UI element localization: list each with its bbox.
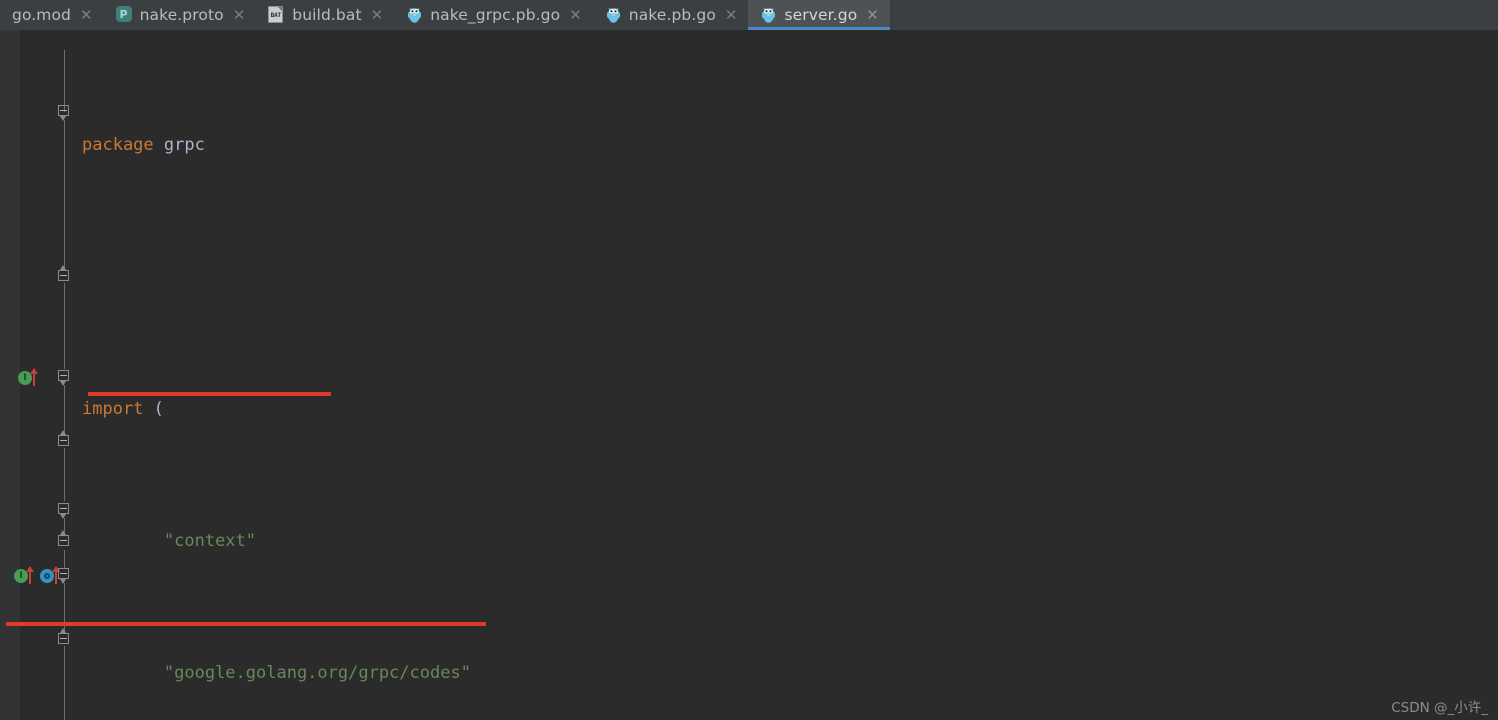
proto-file-icon: P [115,6,133,24]
tab-go-mod[interactable]: go.mod ✕ [0,0,104,30]
close-icon[interactable]: ✕ [80,7,93,23]
fold-toggle-func-end[interactable] [58,628,70,645]
fold-toggle-import-end[interactable] [58,265,70,282]
tab-build-bat[interactable]: BAT build.bat ✕ [256,0,395,30]
up-arrow-icon [26,566,34,584]
editor-tab-bar: go.mod ✕ P nake.proto ✕ BAT build.bat ✕ [0,0,1498,30]
fold-line [64,120,65,268]
fold-line [64,50,65,112]
fold-toggle-func[interactable] [58,568,70,584]
up-arrow-icon [30,368,38,386]
go-gopher-icon [760,6,777,24]
tab-label: server.go [784,6,858,24]
up-arrow-icon [52,566,60,584]
tab-label: go.mod [12,6,71,24]
tab-label: nake.proto [139,6,224,24]
fold-toggle-import[interactable] [58,105,70,121]
watermark: CSDN @_小许_ [1391,700,1488,716]
tab-server-go[interactable]: server.go ✕ [748,0,890,30]
go-gopher-icon [605,6,622,24]
fold-line [64,550,65,568]
close-icon[interactable]: ✕ [569,7,582,23]
tab-nake-pb-go[interactable]: nake.pb.go ✕ [592,0,749,30]
fold-toggle-struct[interactable] [58,370,70,386]
tab-nake-proto[interactable]: P nake.proto ✕ [103,0,257,30]
implementing-method-marker-struct[interactable]: I [18,368,44,388]
tab-label: nake_grpc.pb.go [430,6,561,24]
code-content[interactable]: package grpc import ( "context" "google.… [82,30,1498,720]
close-icon[interactable]: ✕ [725,7,738,23]
code-line-1: package grpc [82,135,205,155]
code-line-5: "google.golang.org/grpc/codes" [163,663,471,683]
fold-toggle-struct-end[interactable] [58,430,70,447]
code-line-4: "context" [163,531,257,551]
tab-nake-grpc-pb-go[interactable]: nake_grpc.pb.go ✕ [394,0,593,30]
editor-gutter[interactable] [0,30,20,720]
bat-file-icon: BAT [268,6,285,24]
goland-window: go.mod ✕ P nake.proto ✕ BAT build.bat ✕ [0,0,1498,720]
implementing-method-marker-func[interactable]: I [14,566,40,586]
fold-line [64,448,65,501]
close-icon[interactable]: ✕ [233,7,246,23]
fold-line [64,646,65,720]
go-gopher-icon [406,6,423,24]
code-line-3: import ( [82,399,164,419]
tab-label: nake.pb.go [628,6,716,24]
fold-line [64,385,65,435]
tab-label: build.bat [292,6,362,24]
close-icon[interactable]: ✕ [371,7,384,23]
fold-line [64,283,65,369]
fold-toggle-doc-comment-end[interactable] [58,530,70,547]
close-icon[interactable]: ✕ [866,7,879,23]
fold-toggle-doc-comment[interactable] [58,503,70,519]
code-editor[interactable]: I I package grpc import ("context" "goo… [0,30,1498,720]
